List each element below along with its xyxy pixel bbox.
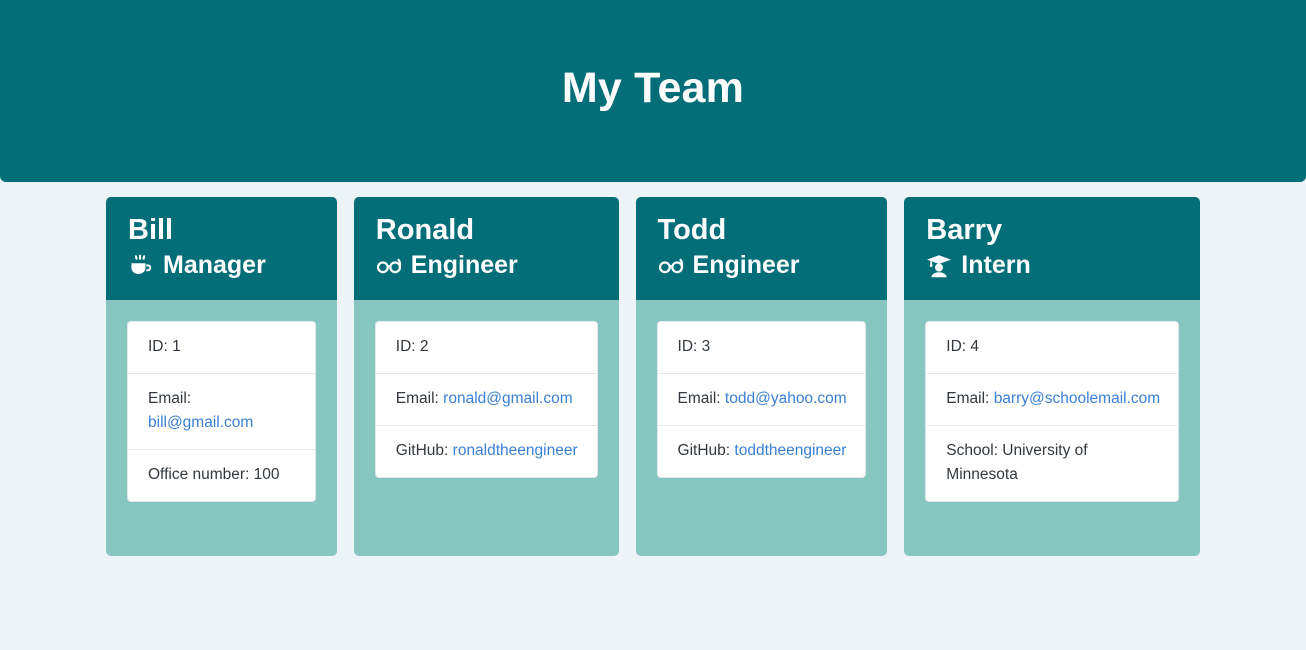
member-role-line: Engineer: [376, 252, 597, 280]
info-item-email: Email: barry@schoolemail.com: [926, 374, 1179, 426]
github-link[interactable]: ronaldtheengineer: [453, 442, 578, 459]
member-info-list: ID: 1 Email: bill@gmail.com Office numbe…: [127, 320, 316, 502]
info-label: Email:: [395, 389, 439, 407]
team-card-deck: Bill Manager ID: 1 Email: bill@gmail.com…: [106, 197, 1201, 556]
member-name: Bill: [128, 214, 174, 246]
coffee-cup-icon: [128, 253, 154, 279]
info-label: GitHub:: [395, 441, 449, 459]
email-link[interactable]: ronald@gmail.com: [443, 390, 572, 407]
card-spacer: [904, 502, 1200, 556]
member-role: Manager: [163, 251, 266, 280]
card-header: Ronald Engineer: [353, 197, 619, 300]
info-item-github: GitHub: toddtheengineer: [658, 426, 866, 477]
member-info-list: ID: 3 Email: todd@yahoo.com GitHub: todd…: [656, 320, 867, 478]
info-item-id: ID: 4: [926, 322, 1179, 374]
member-role-line: Intern: [926, 252, 1178, 280]
info-label: Email:: [677, 389, 721, 407]
member-name: Todd: [657, 214, 727, 246]
info-label: Email:: [946, 389, 990, 407]
info-item-email: Email: bill@gmail.com: [128, 374, 315, 450]
member-info-list: ID: 4 Email: barry@schoolemail.com Schoo…: [925, 320, 1180, 502]
info-label: ID: 2: [395, 337, 429, 355]
card-spacer: [636, 478, 888, 556]
page-title: My Team: [561, 63, 745, 112]
email-link[interactable]: bill@gmail.com: [148, 414, 253, 431]
email-link[interactable]: todd@yahoo.com: [725, 390, 847, 407]
card-header: Bill Manager: [106, 197, 337, 300]
info-item-email: Email: ronald@gmail.com: [375, 374, 597, 426]
info-item-id: ID: 3: [657, 322, 866, 374]
email-link[interactable]: barry@schoolemail.com: [994, 390, 1160, 407]
glasses-icon: [658, 253, 684, 279]
team-member-card: Bill Manager ID: 1 Email: bill@gmail.com…: [106, 197, 337, 556]
info-label: ID: 3: [677, 337, 711, 355]
info-label: Office number: 100: [148, 465, 280, 483]
member-role: Engineer: [410, 251, 518, 280]
team-member-card: Barry Intern ID: 4 Email: barry@schoolem…: [904, 197, 1201, 556]
info-item-github: GitHub: ronaldtheengineer: [376, 426, 597, 477]
graduate-student-icon: [926, 253, 952, 279]
card-header: Barry Intern: [904, 197, 1201, 300]
member-role: Engineer: [692, 251, 800, 280]
info-label: GitHub:: [677, 441, 731, 459]
info-item-id: ID: 1: [128, 322, 315, 374]
member-role-line: Manager: [128, 252, 315, 280]
github-link[interactable]: toddtheengineer: [734, 442, 846, 459]
card-spacer: [106, 502, 337, 556]
member-role-line: Engineer: [658, 252, 866, 280]
info-label: Email:: [148, 389, 192, 407]
info-item-school: School: University of Minnesota: [926, 426, 1178, 501]
page-header-banner: My Team: [0, 0, 1306, 182]
member-info-list: ID: 2 Email: ronald@gmail.com GitHub: ro…: [374, 320, 598, 478]
member-role: Intern: [961, 251, 1031, 280]
glasses-icon: [376, 253, 402, 279]
page-root: My Team Bill Manager ID: 1 Email: bill@g…: [0, 0, 1306, 650]
info-label: ID: 1: [148, 337, 181, 355]
member-name: Ronald: [375, 214, 475, 246]
info-item-email: Email: todd@yahoo.com: [657, 374, 866, 426]
info-item-office-number: Office number: 100: [128, 450, 315, 501]
member-name: Barry: [926, 214, 1003, 246]
team-member-card: Todd Engineer ID: 3 Email: todd@yahoo.co…: [635, 197, 888, 556]
info-label: ID: 4: [946, 337, 980, 355]
info-item-id: ID: 2: [375, 322, 597, 374]
team-member-card: Ronald Engineer ID: 2 Email: ronald@gmai…: [353, 197, 619, 556]
info-label: School: University of Minnesota: [946, 441, 1088, 483]
card-header: Todd Engineer: [635, 197, 888, 300]
card-spacer: [354, 478, 619, 556]
